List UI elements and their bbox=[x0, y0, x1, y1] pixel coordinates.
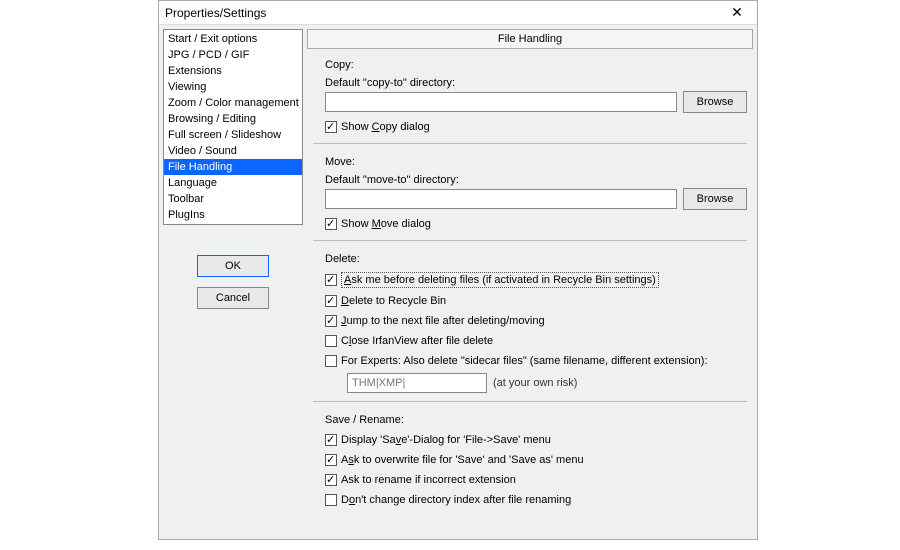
category-item[interactable]: Full screen / Slideshow bbox=[164, 127, 302, 143]
delete-close-checkbox[interactable] bbox=[325, 335, 337, 347]
save-rename-label: Ask to rename if incorrect extension bbox=[341, 473, 516, 487]
save-display-label: Display 'Save'-Dialog for 'File->Save' m… bbox=[341, 433, 551, 447]
save-display-row[interactable]: Display 'Save'-Dialog for 'File->Save' m… bbox=[325, 433, 749, 447]
move-show-dialog-checkbox[interactable] bbox=[325, 218, 337, 230]
sidecar-ext-input[interactable] bbox=[347, 373, 487, 393]
divider bbox=[313, 240, 747, 241]
delete-sidecar-label: For Experts: Also delete "sidecar files"… bbox=[341, 354, 708, 368]
copy-group-label: Copy: bbox=[325, 59, 749, 71]
delete-sidecar-row[interactable]: For Experts: Also delete "sidecar files"… bbox=[325, 354, 749, 368]
divider bbox=[313, 143, 747, 144]
category-item[interactable]: JPG / PCD / GIF bbox=[164, 47, 302, 63]
copy-show-dialog-label: Show Copy dialog bbox=[341, 120, 430, 134]
save-index-label: Don't change directory index after file … bbox=[341, 493, 571, 507]
move-show-dialog-row[interactable]: Show Move dialog bbox=[325, 217, 749, 231]
copy-dir-label: Default "copy-to" directory: bbox=[325, 77, 753, 89]
save-overwrite-row[interactable]: Ask to overwrite file for 'Save' and 'Sa… bbox=[325, 453, 749, 467]
category-item[interactable]: Miscellaneous bbox=[164, 223, 302, 225]
copy-browse-button[interactable]: Browse bbox=[683, 91, 747, 113]
category-item[interactable]: Browsing / Editing bbox=[164, 111, 302, 127]
delete-jump-row[interactable]: Jump to the next file after deleting/mov… bbox=[325, 314, 749, 328]
category-list[interactable]: Start / Exit optionsJPG / PCD / GIFExten… bbox=[163, 29, 303, 225]
category-item[interactable]: Video / Sound bbox=[164, 143, 302, 159]
save-index-checkbox[interactable] bbox=[325, 494, 337, 506]
delete-recycle-label: Delete to Recycle Bin bbox=[341, 294, 446, 308]
delete-jump-label: Jump to the next file after deleting/mov… bbox=[341, 314, 545, 328]
panel-heading: File Handling bbox=[307, 29, 753, 49]
titlebar: Properties/Settings ✕ bbox=[159, 1, 757, 25]
category-item[interactable]: Toolbar bbox=[164, 191, 302, 207]
category-item[interactable]: Zoom / Color management bbox=[164, 95, 302, 111]
delete-ask-label: Ask me before deleting files (if activat… bbox=[341, 272, 659, 288]
move-dir-input[interactable] bbox=[325, 189, 677, 209]
delete-recycle-checkbox[interactable] bbox=[325, 295, 337, 307]
category-item[interactable]: Start / Exit options bbox=[164, 31, 302, 47]
settings-panel: File Handling Copy: Default "copy-to" di… bbox=[307, 29, 753, 535]
save-rename-row[interactable]: Ask to rename if incorrect extension bbox=[325, 473, 749, 487]
category-item[interactable]: PlugIns bbox=[164, 207, 302, 223]
delete-ask-row[interactable]: Ask me before deleting files (if activat… bbox=[325, 272, 749, 288]
move-show-dialog-label: Show Move dialog bbox=[341, 217, 431, 231]
copy-show-dialog-row[interactable]: Show Copy dialog bbox=[325, 120, 749, 134]
save-display-checkbox[interactable] bbox=[325, 434, 337, 446]
save-group-label: Save / Rename: bbox=[325, 414, 749, 426]
delete-sidecar-checkbox[interactable] bbox=[325, 355, 337, 367]
close-icon[interactable]: ✕ bbox=[723, 3, 751, 23]
move-dir-label: Default "move-to" directory: bbox=[325, 174, 753, 186]
divider bbox=[313, 401, 747, 402]
copy-dir-input[interactable] bbox=[325, 92, 677, 112]
move-browse-button[interactable]: Browse bbox=[683, 188, 747, 210]
delete-close-row[interactable]: Close IrfanView after file delete bbox=[325, 334, 749, 348]
ok-button[interactable]: OK bbox=[197, 255, 269, 277]
save-overwrite-checkbox[interactable] bbox=[325, 454, 337, 466]
category-item[interactable]: Viewing bbox=[164, 79, 302, 95]
delete-group-label: Delete: bbox=[325, 253, 749, 265]
dialog-title: Properties/Settings bbox=[165, 6, 266, 20]
delete-jump-checkbox[interactable] bbox=[325, 315, 337, 327]
save-index-row[interactable]: Don't change directory index after file … bbox=[325, 493, 749, 507]
category-item[interactable]: Extensions bbox=[164, 63, 302, 79]
save-rename-checkbox[interactable] bbox=[325, 474, 337, 486]
move-group-label: Move: bbox=[325, 156, 749, 168]
cancel-button[interactable]: Cancel bbox=[197, 287, 269, 309]
sidecar-hint: (at your own risk) bbox=[493, 377, 577, 389]
save-overwrite-label: Ask to overwrite file for 'Save' and 'Sa… bbox=[341, 453, 584, 467]
category-item[interactable]: Language bbox=[164, 175, 302, 191]
copy-show-dialog-checkbox[interactable] bbox=[325, 121, 337, 133]
settings-dialog: Properties/Settings ✕ Start / Exit optio… bbox=[158, 0, 758, 540]
delete-ask-checkbox[interactable] bbox=[325, 274, 337, 286]
delete-close-label: Close IrfanView after file delete bbox=[341, 334, 493, 348]
category-item[interactable]: File Handling bbox=[164, 159, 302, 175]
delete-recycle-row[interactable]: Delete to Recycle Bin bbox=[325, 294, 749, 308]
